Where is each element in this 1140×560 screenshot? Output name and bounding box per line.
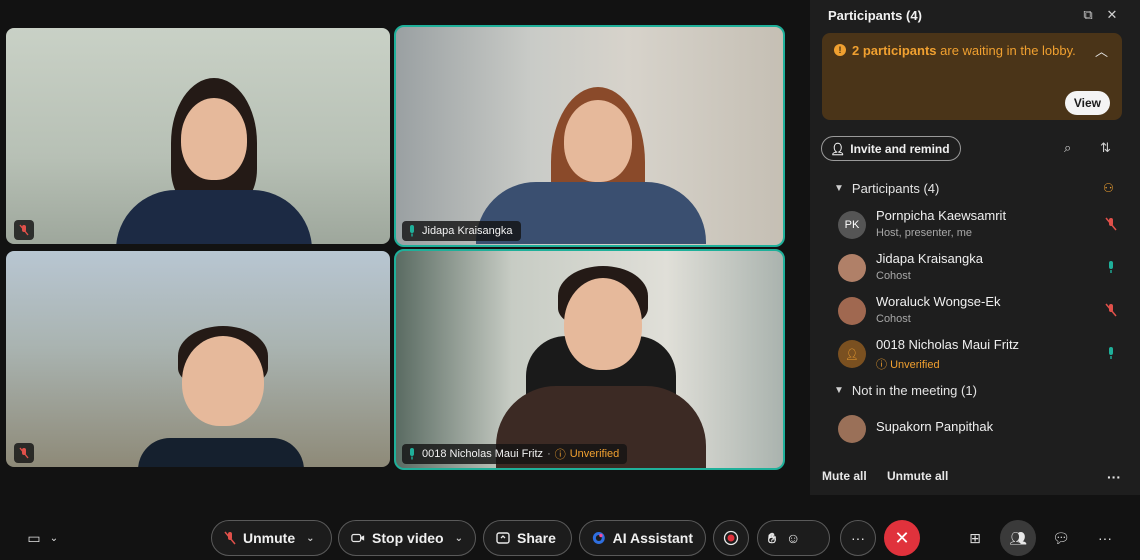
muted-mic-icon[interactable] (1104, 216, 1118, 232)
avatar: PK (838, 211, 866, 239)
chevron-down-icon: ⌄ (306, 532, 315, 544)
avatar (838, 297, 866, 325)
muted-mic-icon[interactable] (1104, 302, 1118, 318)
unverified-icon: ⓘ (554, 449, 566, 461)
participant-name: Jidapa Kraisangka (422, 225, 513, 237)
share-screen-icon (496, 532, 510, 544)
chevron-down-icon: ▼ (834, 385, 844, 396)
participant-name: Pornpicha Kaewsamrit (876, 208, 1007, 223)
name-tag: Jidapa Kraisangka (402, 221, 521, 241)
more-options-button[interactable]: ··· (840, 520, 876, 556)
apps-icon[interactable]: ⊞ (963, 526, 987, 550)
participant-video (486, 266, 716, 468)
panel-title: Participants (4) (828, 8, 922, 23)
participants-section-label: Participants (4) (851, 181, 940, 196)
chevron-up-icon[interactable]: ︿ (1095, 41, 1108, 60)
mic-on-icon[interactable] (1104, 259, 1118, 275)
person-icon: 👤︎ (830, 141, 846, 156)
unmute-all-button[interactable]: Unmute all (887, 469, 948, 483)
participant-video (466, 82, 716, 244)
participant-video (106, 78, 312, 244)
video-camera-icon (351, 533, 365, 543)
share-button[interactable]: Share (483, 520, 572, 556)
guest-avatar-icon: 👤︎ (838, 340, 866, 368)
mic-on-icon (406, 224, 418, 238)
meeting-toolbar: ▭ ⌄ Unmute ⌄ Stop video ⌄ Share AI Assis… (0, 513, 1140, 560)
unmute-button[interactable]: Unmute ⌄ (211, 520, 332, 556)
leave-meeting-button[interactable]: ✕ (884, 520, 920, 556)
muted-mic-icon (14, 443, 34, 463)
name-tag: 0018 Nicholas Maui Fritz · ⓘ Unverified (402, 444, 628, 464)
search-icon[interactable]: ⌕ (1064, 140, 1071, 156)
pop-out-icon[interactable]: ⧉ (1080, 7, 1096, 23)
unverified-status: Unverified (569, 448, 620, 460)
participant-row[interactable]: 👤︎ 0018 Nicholas Maui Fritz ⓘ Unverified (838, 337, 1118, 377)
not-in-meeting-label: Not in the meeting (1) (851, 383, 977, 398)
muted-mic-icon (224, 531, 236, 545)
more-options-icon: ··· (851, 530, 865, 546)
video-tile-2[interactable]: Jidapa Kraisangka (394, 25, 785, 247)
participants-section-header[interactable]: ▼ Participants (4) (834, 181, 939, 196)
participant-video (126, 326, 316, 467)
participant-name: Supakorn Panpithak (876, 419, 994, 434)
video-tile-4[interactable]: 0018 Nicholas Maui Fritz · ⓘ Unverified (394, 249, 785, 470)
close-icon[interactable]: ✕ (1104, 7, 1120, 23)
participant-row[interactable]: Woraluck Wongse-Ek Cohost (838, 294, 1118, 334)
participant-role: Cohost (876, 270, 911, 282)
participant-row[interactable]: Supakorn Panpithak (838, 412, 1118, 452)
not-in-meeting-section-header[interactable]: ▼ Not in the meeting (1) (834, 383, 977, 398)
separator-dot: · (547, 448, 551, 460)
lobby-text: 2 participants are waiting in the lobby. (852, 43, 1076, 58)
participants-button[interactable]: 👥︎ (1000, 520, 1036, 556)
chat-icon[interactable]: 💬︎ (1049, 526, 1073, 550)
video-tile-3[interactable] (6, 251, 390, 467)
chevron-down-icon: ⌄ (454, 532, 463, 544)
participant-role: Host, presenter, me (876, 227, 972, 239)
stop-video-label: Stop video (372, 530, 444, 546)
chevron-down-icon: ▼ (834, 183, 844, 194)
record-icon (723, 530, 739, 546)
participant-name: 0018 Nicholas Maui Fritz (422, 448, 544, 460)
reactions-icon[interactable]: ☺ (786, 530, 800, 546)
lobby-notice: ! 2 participants are waiting in the lobb… (822, 33, 1122, 120)
invite-label: Invite and remind (850, 141, 950, 156)
unverified-icon: ⓘ (876, 359, 887, 371)
view-lobby-button[interactable]: View (1064, 91, 1110, 115)
participants-icon: 👥︎ (1009, 529, 1027, 546)
reactions-group[interactable]: ✋︎ ☺ (757, 520, 830, 556)
close-icon: ✕ (894, 527, 910, 548)
participant-row[interactable]: Jidapa Kraisangka Cohost (838, 251, 1118, 291)
mic-on-icon[interactable] (1104, 345, 1118, 361)
participant-status: ⓘ Unverified (876, 359, 940, 371)
sort-icon[interactable]: ⇅ (1100, 140, 1111, 156)
more-options-icon[interactable]: ··· (1107, 469, 1121, 485)
mic-on-icon (406, 447, 418, 461)
video-tile-1[interactable] (6, 28, 390, 244)
mute-all-button[interactable]: Mute all (822, 469, 867, 483)
participant-name: Woraluck Wongse-Ek (876, 294, 1001, 309)
avatar (838, 415, 866, 443)
participant-name: 0018 Nicholas Maui Fritz (876, 337, 1020, 352)
raise-hand-icon[interactable]: ✋︎ (768, 530, 776, 547)
ai-assistant-button[interactable]: AI Assistant (579, 520, 706, 556)
participant-row[interactable]: PK Pornpicha Kaewsamrit Host, presenter,… (838, 208, 1118, 248)
chevron-down-icon[interactable]: ⌄ (42, 526, 66, 550)
invite-and-remind-button[interactable]: 👤︎ Invite and remind (821, 136, 961, 161)
record-button[interactable] (713, 520, 749, 556)
stop-video-button[interactable]: Stop video ⌄ (338, 520, 476, 556)
avatar (838, 254, 866, 282)
ai-assistant-label: AI Assistant (612, 530, 693, 546)
more-options-icon[interactable]: ··· (1093, 526, 1117, 550)
unmute-label: Unmute (243, 530, 296, 546)
warning-icon: ! (834, 44, 846, 56)
host-badge-icon: ⚇ (1103, 181, 1114, 195)
participants-panel: Participants (4) ⧉ ✕ ! 2 participants ar… (810, 0, 1140, 495)
participant-name: Jidapa Kraisangka (876, 251, 983, 266)
ai-assistant-icon (592, 532, 605, 544)
participant-role: Cohost (876, 313, 911, 325)
muted-mic-icon (14, 220, 34, 240)
share-label: Share (517, 530, 556, 546)
